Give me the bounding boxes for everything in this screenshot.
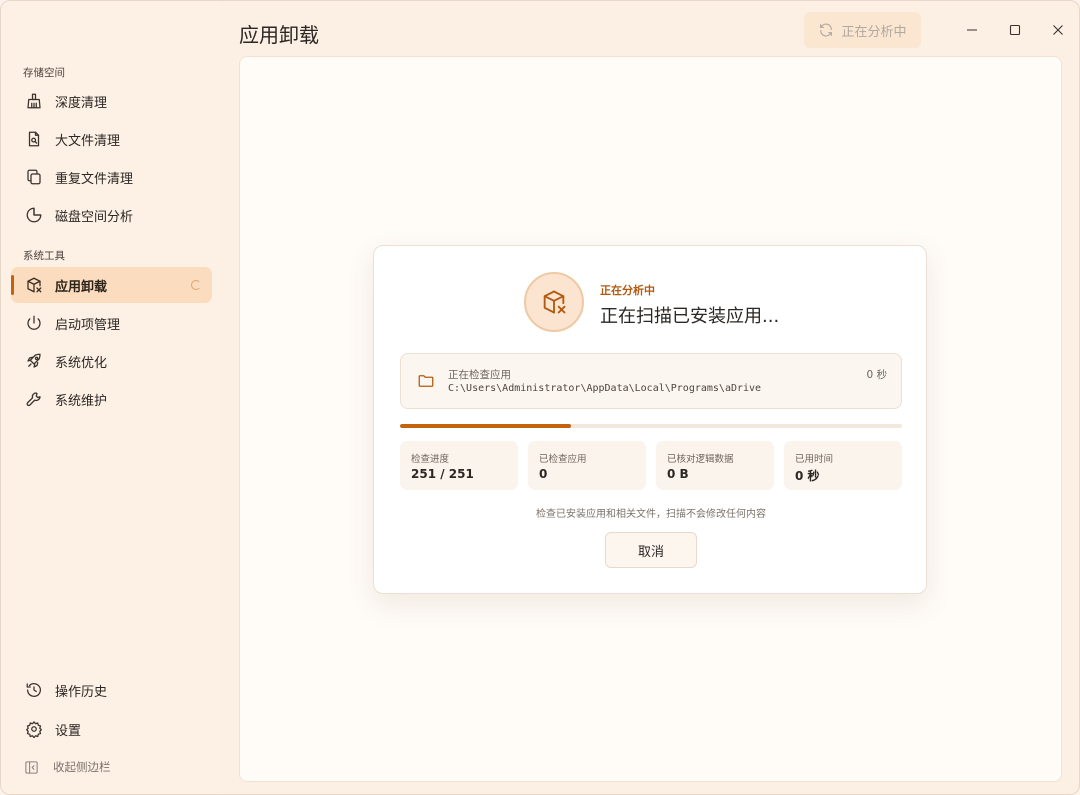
sidebar-item-deep-clean[interactable]: 深度清理 xyxy=(11,83,212,119)
stat-check-progress: 检查进度 251 / 251 xyxy=(400,441,518,490)
close-button[interactable] xyxy=(1047,19,1069,41)
stat-elapsed-time: 已用时间 0 秒 xyxy=(784,441,902,490)
status-button-label: 正在分析中 xyxy=(841,24,907,40)
scan-progress-card: 正在分析中 正在扫描已安装应用... 正在检查应用 C:\Users\Admin… xyxy=(373,245,927,594)
sidebar-item-history[interactable]: 操作历史 xyxy=(11,672,212,708)
sidebar-item-app-uninstall[interactable]: 应用卸载 xyxy=(11,267,212,303)
scan-title: 正在扫描已安装应用... xyxy=(600,306,780,327)
section-label-storage: 存储空间 xyxy=(23,67,65,79)
stat-label: 已检查应用 xyxy=(539,454,587,465)
section-label-tools: 系统工具 xyxy=(23,250,65,262)
stat-value: 0 B xyxy=(667,467,689,481)
sidebar-item-disk-analysis[interactable]: 磁盘空间分析 xyxy=(11,197,212,233)
rocket-icon xyxy=(24,351,44,371)
pie-chart-icon xyxy=(24,205,44,225)
sidebar-item-label: 启动项管理 xyxy=(55,317,121,333)
sidebar-item-label: 系统优化 xyxy=(55,355,108,371)
scan-badge xyxy=(524,272,584,332)
copy-icon xyxy=(24,167,44,187)
history-icon xyxy=(24,680,44,700)
sidebar-item-label: 磁盘空间分析 xyxy=(55,209,134,225)
scan-status-label: 正在分析中 xyxy=(600,284,655,297)
scan-note: 检查已安装应用和相关文件，扫描不会修改任何内容 xyxy=(536,509,766,520)
current-item-label: 正在检查应用 xyxy=(448,369,511,381)
loading-spinner-icon xyxy=(191,280,201,290)
stat-value: 0 xyxy=(539,467,548,481)
scan-progress-bar xyxy=(400,424,902,428)
close-icon xyxy=(1053,25,1063,35)
sidebar-item-settings[interactable]: 设置 xyxy=(11,711,212,747)
current-item-path: C:\Users\Administrator\AppData\Local\Pro… xyxy=(448,383,762,394)
sidebar-item-optimize[interactable]: 系统优化 xyxy=(11,343,212,379)
refresh-icon xyxy=(820,23,833,37)
folder-icon xyxy=(418,375,434,387)
current-item-elapsed: 0 秒 xyxy=(866,369,887,381)
stat-value: 251 / 251 xyxy=(411,467,474,481)
maximize-icon xyxy=(1009,24,1021,36)
sidebar-item-label: 重复文件清理 xyxy=(55,171,134,187)
file-search-icon xyxy=(24,129,44,149)
gear-icon xyxy=(24,719,44,739)
wrench-icon xyxy=(24,389,44,409)
sidebar-item-label: 大文件清理 xyxy=(55,133,121,149)
collapse-sidebar-button[interactable]: 收起侧边栏 xyxy=(24,757,111,777)
sidebar-item-maintenance[interactable]: 系统维护 xyxy=(11,381,212,417)
sidebar-item-startup[interactable]: 启动项管理 xyxy=(11,305,212,341)
power-icon xyxy=(24,313,44,333)
sidebar-item-large-files[interactable]: 大文件清理 xyxy=(11,121,212,157)
analyzing-status-button[interactable]: 正在分析中 xyxy=(804,12,921,48)
stat-verified-data: 已核对逻辑数据 0 B xyxy=(656,441,774,490)
maximize-button[interactable] xyxy=(1004,19,1026,41)
package-remove-icon xyxy=(24,275,44,295)
stat-label: 已用时间 xyxy=(795,454,834,465)
sidebar-item-duplicate-files[interactable]: 重复文件清理 xyxy=(11,159,212,195)
page-title: 应用卸载 xyxy=(239,23,319,47)
stat-label: 已核对逻辑数据 xyxy=(667,454,734,465)
sidebar-collapse-icon xyxy=(25,760,38,774)
collapse-sidebar-label: 收起侧边栏 xyxy=(53,760,111,774)
stat-checked-apps: 已检查应用 0 xyxy=(528,441,646,490)
minimize-button[interactable] xyxy=(961,19,983,41)
current-item-box: 正在检查应用 C:\Users\Administrator\AppData\Lo… xyxy=(400,353,902,409)
stat-label: 检查进度 xyxy=(411,454,450,465)
sidebar-item-label: 深度清理 xyxy=(55,95,108,111)
sidebar-item-label: 系统维护 xyxy=(55,393,108,409)
stat-value: 0 秒 xyxy=(795,469,820,483)
app-window: 存储空间 深度清理 大文件清理 重复文件清理 磁盘空间分析 系统工具 应用卸载 … xyxy=(0,0,1080,795)
sidebar-item-label: 操作历史 xyxy=(55,684,108,700)
package-remove-icon xyxy=(543,290,566,314)
sidebar: 存储空间 深度清理 大文件清理 重复文件清理 磁盘空间分析 系统工具 应用卸载 … xyxy=(1,1,221,794)
sidebar-item-label: 设置 xyxy=(55,723,82,739)
minimize-icon xyxy=(967,29,977,31)
sidebar-item-label: 应用卸载 xyxy=(55,279,108,295)
cancel-button[interactable]: 取消 xyxy=(605,532,697,568)
scan-progress-fill xyxy=(400,424,571,428)
broom-icon xyxy=(24,91,44,111)
